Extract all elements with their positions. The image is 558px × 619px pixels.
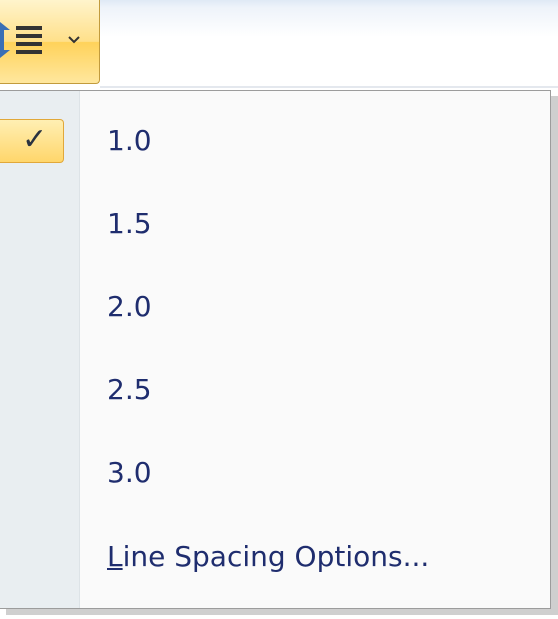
menu-item-line-spacing-options[interactable]: Line Spacing Options...	[0, 521, 549, 593]
menu-item-spacing-1-0[interactable]: ✓ 1.0	[0, 105, 549, 177]
menu-item-label: Line Spacing Options...	[107, 521, 429, 593]
line-spacing-menu: ✓ 1.0 1.5 2.0 2.5 3.0 Line Spacing Optio…	[0, 90, 551, 609]
menu-item-spacing-2-5[interactable]: 2.5	[0, 354, 549, 426]
menu-item-label: 1.5	[107, 207, 152, 240]
menu-item-label: 1.0	[107, 124, 152, 157]
menu-item-label: 2.5	[107, 373, 152, 406]
menu-item-label-rest: ine Spacing Options...	[122, 540, 430, 573]
menu-item-spacing-1-5[interactable]: 1.5	[0, 188, 549, 260]
checkmark-icon: ✓	[22, 122, 48, 157]
chevron-down-icon	[68, 36, 80, 44]
ribbon-divider	[100, 86, 558, 88]
checked-indicator: ✓	[0, 119, 64, 163]
menu-item-spacing-2-0[interactable]: 2.0	[0, 271, 549, 343]
menu-item-label: 3.0	[107, 456, 152, 489]
line-spacing-button[interactable]	[0, 0, 100, 84]
line-spacing-icon	[0, 22, 42, 58]
menu-item-label: 2.0	[107, 290, 152, 323]
menu-item-spacing-3-0[interactable]: 3.0	[0, 437, 549, 509]
accelerator-key: L	[107, 540, 123, 573]
